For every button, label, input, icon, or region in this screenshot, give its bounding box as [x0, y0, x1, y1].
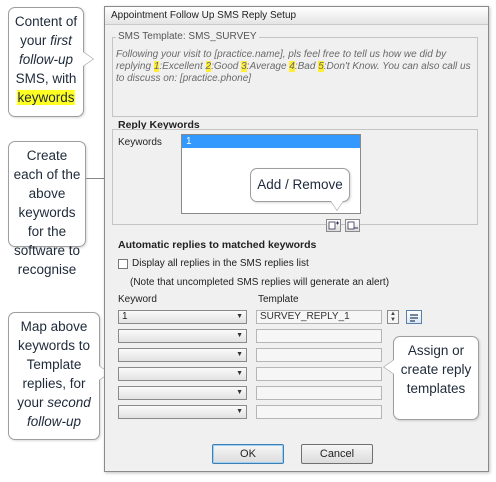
chevron-down-icon: ▼: [236, 370, 243, 377]
keyword-list-item[interactable]: 1: [182, 135, 360, 148]
remove-icon: [347, 221, 358, 230]
callout-sms-content: Content of your first follow-up SMS, wit…: [8, 7, 84, 117]
chevron-down-icon: ▼: [236, 408, 243, 415]
chevron-down-icon: ▼: [236, 313, 243, 320]
callout-text: Assign or create reply templates: [400, 343, 472, 396]
callout-add-remove: Add / Remove: [250, 168, 350, 202]
template-text-segment: :Average: [246, 61, 290, 72]
display-all-checkbox[interactable]: [118, 259, 128, 269]
keyword-select[interactable]: ▼: [118, 329, 247, 343]
template-name: SMS_SURVEY: [188, 31, 257, 42]
callout-arrow: [384, 360, 394, 374]
keyword-select[interactable]: ▼: [118, 405, 247, 419]
keyword-select[interactable]: 1 ▼: [118, 310, 247, 324]
template-text-segment: :Bad: [294, 61, 319, 72]
template-text-segment: :Good: [211, 61, 242, 72]
keywords-label: Keywords: [118, 137, 162, 148]
add-keyword-button[interactable]: [326, 219, 341, 232]
template-field[interactable]: [256, 329, 382, 343]
callout-text: Create each of the above keywords for th…: [13, 148, 81, 277]
template-column-header: Template: [258, 294, 299, 305]
callout-map-keywords: Map above keywords to Template replies, …: [8, 312, 100, 440]
callout-assign-templates: Assign or create reply templates: [393, 336, 479, 420]
dialog-title: Appointment Follow Up SMS Reply Setup: [105, 7, 488, 25]
template-text-segment: :Excellent: [159, 61, 206, 72]
template-label: SMS Template:: [118, 31, 186, 42]
template-field[interactable]: [256, 386, 382, 400]
auto-replies-title: Automatic replies to matched keywords: [118, 239, 317, 251]
edit-template-button[interactable]: [406, 310, 422, 324]
add-icon: [328, 221, 339, 230]
keyword-select[interactable]: ▼: [118, 367, 247, 381]
template-field[interactable]: [256, 405, 382, 419]
callout-arrow: [331, 201, 343, 210]
callout-text: Add / Remove: [257, 177, 343, 192]
keyword-select[interactable]: ▼: [118, 386, 247, 400]
spin-down-icon[interactable]: ▼: [388, 317, 398, 323]
remove-keyword-button[interactable]: [345, 219, 360, 232]
chevron-down-icon: ▼: [236, 351, 243, 358]
keyword-column-header: Keyword: [118, 294, 157, 305]
keyword-select-value: 1: [122, 311, 128, 322]
callout-create-keywords: Create each of the above keywords for th…: [8, 141, 86, 277]
template-spinner[interactable]: ▲ ▼: [387, 310, 399, 324]
chevron-down-icon: ▼: [236, 332, 243, 339]
alert-note: (Note that uncompleted SMS replies will …: [130, 277, 390, 288]
keyword-select[interactable]: ▼: [118, 348, 247, 362]
callout-arrow: [83, 52, 93, 66]
callout-text-highlight: keywords: [17, 90, 75, 105]
list-icon: [410, 314, 418, 322]
template-field[interactable]: [256, 367, 382, 381]
template-field[interactable]: SURVEY_REPLY_1: [256, 310, 382, 324]
template-message-text: Following your visit to [practice.name],…: [116, 49, 471, 85]
callout-text: SMS, with: [15, 71, 77, 86]
display-all-label: Display all replies in the SMS replies l…: [132, 258, 309, 269]
chevron-down-icon: ▼: [236, 389, 243, 396]
template-field[interactable]: [256, 348, 382, 362]
template-groupbox-label: SMS Template: SMS_SURVEY: [116, 31, 259, 42]
cancel-button[interactable]: Cancel: [301, 444, 373, 464]
ok-button[interactable]: OK: [212, 444, 284, 464]
